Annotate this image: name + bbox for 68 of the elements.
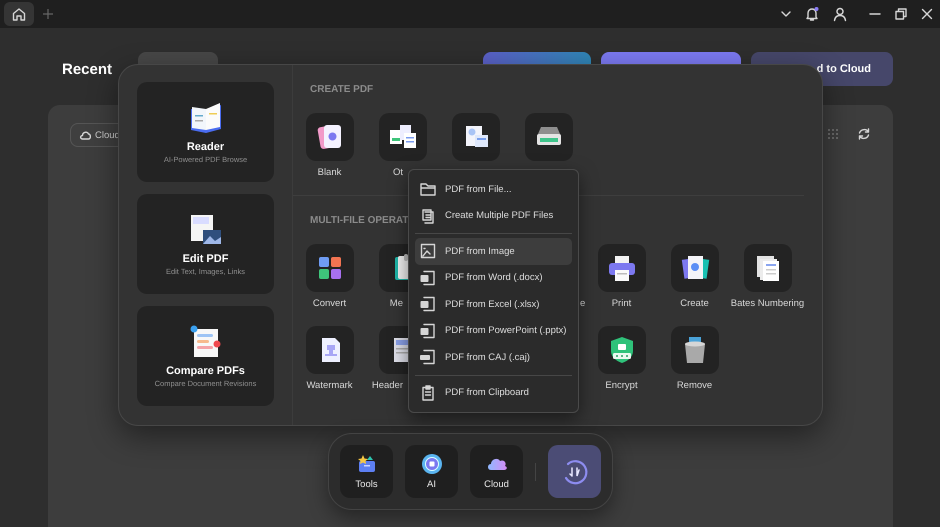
close-button[interactable]: [920, 7, 934, 21]
document-badge-icon: [419, 268, 437, 287]
plus-icon: [42, 8, 54, 20]
tool-label: Header: [372, 380, 403, 391]
section-heading: CREATE PDF: [310, 84, 374, 96]
tool-tile[interactable]: [744, 244, 792, 292]
toolbox-icon: [356, 453, 378, 475]
tool-tile[interactable]: [670, 326, 718, 374]
menu-item[interactable]: PDF from CAJ (.caj): [415, 344, 572, 370]
tool-label: Convert: [312, 298, 346, 309]
feature-title: Reader: [186, 140, 224, 152]
refresh-icon: [857, 127, 871, 141]
image-icon: [419, 242, 437, 260]
tool-tile[interactable]: [306, 113, 354, 161]
document-badge-icon: [419, 322, 437, 340]
menu-item[interactable]: PDF from Word (.docx): [415, 264, 572, 291]
feature-title: Edit PDF: [182, 252, 228, 264]
menu-item[interactable]: Create Multiple PDF Files: [415, 202, 572, 229]
grid-dots-icon: [827, 128, 839, 140]
tool-label: Create: [680, 298, 709, 309]
tool-tile[interactable]: [524, 113, 572, 161]
tool-tile[interactable]: [598, 326, 646, 374]
menu-item[interactable]: PDF from Image: [415, 238, 572, 264]
user-icon: [832, 6, 848, 22]
tool-label: Bates Numbering: [730, 298, 804, 309]
ai-orb-icon: [420, 453, 442, 475]
tool-label: Encrypt: [605, 380, 638, 391]
document-badge-icon: [419, 348, 437, 366]
tool-label: Watermark: [306, 380, 353, 391]
section-heading: MULTI-FILE OPERAT: [310, 215, 409, 227]
tool-label: Me: [390, 298, 403, 309]
tool-label: Remove: [676, 380, 712, 391]
page-title: Recent: [62, 60, 112, 78]
sync-button[interactable]: [548, 445, 601, 498]
menu-item[interactable]: PDF from Excel (.xlsx): [415, 291, 572, 318]
tool-tile[interactable]: [306, 326, 354, 374]
home-icon: [11, 6, 27, 22]
open-book-icon: [188, 100, 222, 134]
tool-tile[interactable]: [378, 113, 426, 161]
tool-label: Blank: [318, 167, 342, 178]
tool-tile[interactable]: [598, 244, 646, 292]
dock-button[interactable]: Cloud: [470, 445, 523, 498]
menu-item[interactable]: PDF from Clipboard: [415, 380, 572, 406]
restore-icon: [894, 7, 908, 21]
grid-view-button[interactable]: [827, 128, 839, 140]
bell-icon: [804, 6, 820, 22]
new-tab-button[interactable]: [42, 8, 54, 20]
tool-label: e: [580, 298, 586, 309]
account-button[interactable]: [832, 6, 848, 22]
menu-item[interactable]: PDF from PowerPoint (.pptx): [415, 318, 572, 344]
feature-title: Compare PDFs: [166, 364, 245, 376]
close-icon: [920, 7, 934, 21]
tool-tile[interactable]: [670, 244, 718, 292]
dock-button[interactable]: AI: [405, 445, 458, 498]
tool-label: Ot: [392, 167, 403, 178]
restore-button[interactable]: [894, 7, 908, 21]
document-image-icon: [188, 212, 222, 246]
menu-item[interactable]: PDF from File...: [415, 176, 572, 202]
document-pins-icon: [188, 324, 222, 358]
document-badge-icon: [419, 295, 437, 314]
cloud-icon: [79, 129, 91, 141]
refresh-button[interactable]: [857, 127, 871, 141]
tool-tile[interactable]: [452, 113, 500, 161]
notifications-button[interactable]: [804, 6, 820, 22]
tool-tile[interactable]: [306, 244, 354, 292]
home-tab[interactable]: [4, 2, 34, 26]
tool-label: Print: [612, 298, 632, 309]
dock-button[interactable]: Tools: [340, 445, 393, 498]
